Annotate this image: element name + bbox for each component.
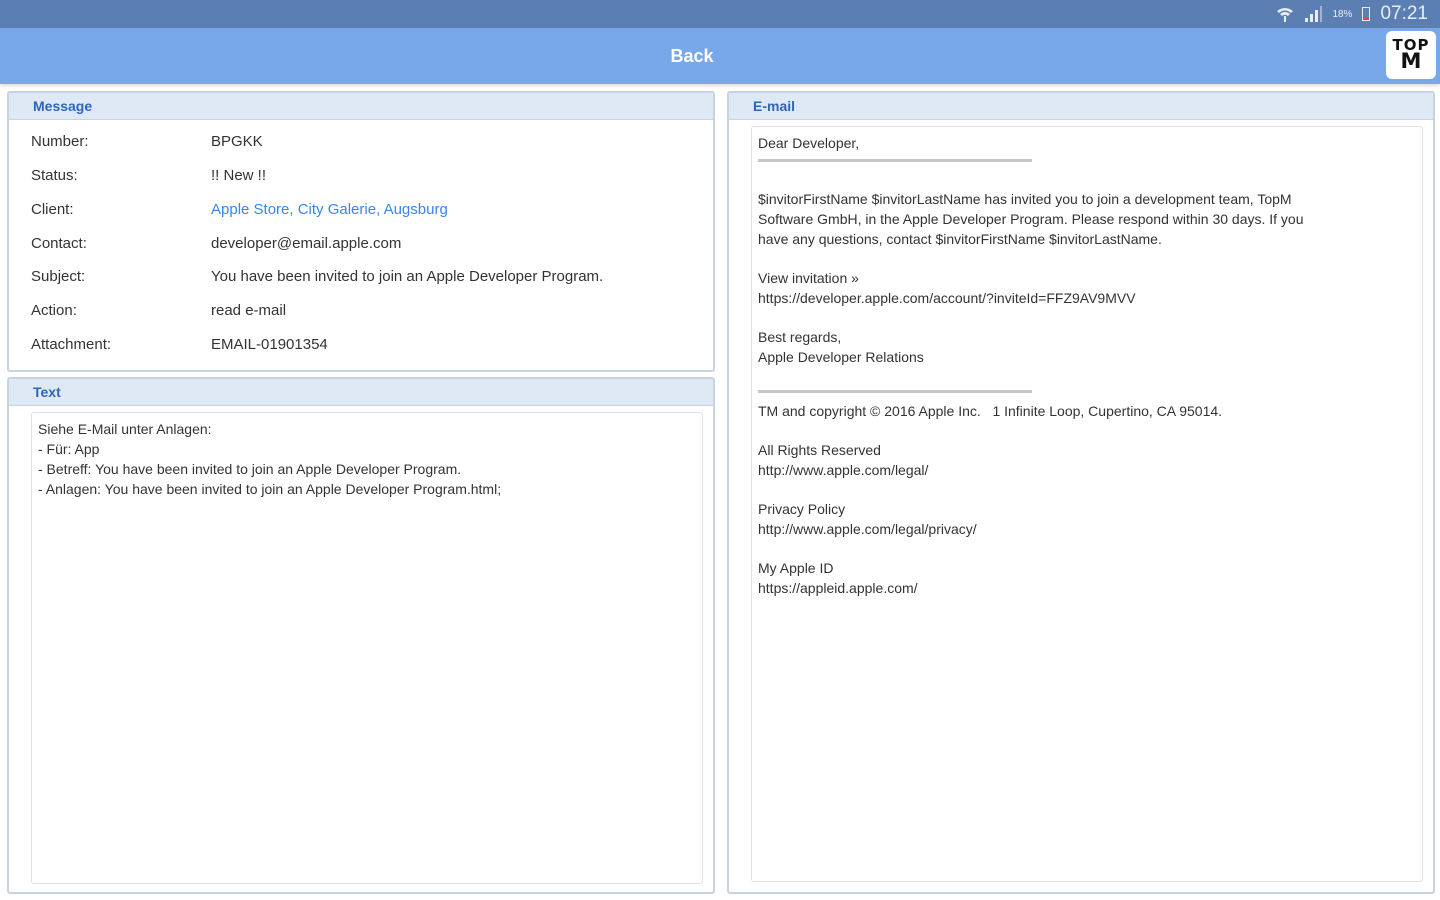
field-label: Client: [31, 200, 74, 218]
field-label: Action: [31, 301, 77, 319]
topm-logo[interactable]: TOP M [1386, 31, 1436, 79]
email-greeting: Dear Developer, [758, 135, 860, 151]
privacy-url[interactable]: http://www.apple.com/legal/privacy/ [758, 519, 1416, 539]
email-signature: Apple Developer Relations [758, 349, 924, 365]
back-button[interactable]: Back [620, 28, 764, 84]
email-panel-title: E-mail [729, 93, 1433, 120]
invitation-url[interactable]: https://developer.apple.com/account/?inv… [758, 288, 1416, 308]
rights-text: All Rights Reserved [758, 442, 881, 458]
field-label: Status: [31, 166, 78, 184]
clock: 07:21 [1380, 3, 1428, 24]
email-body-line: $invitorFirstName $invitorLastName has i… [758, 191, 1292, 207]
text-line: - Betreff: You have been invited to join… [38, 461, 462, 477]
appleid-url[interactable]: https://appleid.apple.com/ [758, 578, 1416, 598]
text-panel-title: Text [9, 379, 713, 406]
wifi-icon [1276, 6, 1294, 22]
signal-icon [1304, 6, 1323, 22]
action-value: read e-mail [211, 301, 287, 319]
text-body[interactable]: Siehe E-Mail unter Anlagen: - Für: App -… [31, 412, 703, 884]
text-line: - Für: App [38, 441, 100, 457]
field-label: Number: [31, 132, 89, 150]
field-contact: Contact: developer@email.apple.com [31, 232, 401, 254]
attachment-value: EMAIL-01901354 [211, 335, 328, 353]
field-attachment: Attachment: EMAIL-01901354 [31, 333, 328, 355]
field-action: Action: read e-mail [31, 299, 286, 321]
email-body[interactable]: Dear Developer, $invitorFirstName $invit… [751, 126, 1423, 882]
text-line: - Anlagen: You have been invited to join… [38, 481, 502, 497]
appleid-text: My Apple ID [758, 560, 834, 576]
status-value: !! New !! [211, 166, 267, 184]
field-status: Status: !! New !! [31, 164, 266, 186]
field-subject: Subject: You have been invited to join a… [31, 265, 603, 287]
battery-percent: 18% [1332, 8, 1353, 20]
battery-icon [1362, 7, 1371, 21]
view-invitation-link[interactable]: View invitation » [758, 268, 1416, 288]
number-value: BPGKK [211, 132, 263, 150]
client-link[interactable]: Apple Store, City Galerie, Augsburg [211, 201, 448, 218]
field-client: Client: Apple Store, City Galerie, Augsb… [31, 198, 448, 220]
field-number: Number: BPGKK [31, 130, 263, 152]
text-line: Siehe E-Mail unter Anlagen: [38, 421, 212, 437]
logo-m-text: M [1400, 49, 1422, 74]
app-bar: Back TOP M [0, 28, 1440, 84]
email-copyright: TM and copyright © 2016 Apple Inc. 1 Inf… [758, 403, 1223, 419]
email-panel: E-mail Dear Developer, $invitorFirstName… [727, 91, 1435, 894]
email-regards: Best regards, [758, 329, 842, 345]
message-panel-title: Message [9, 93, 713, 120]
text-panel: Text Siehe E-Mail unter Anlagen: - Für: … [7, 377, 715, 894]
email-body-line: Software GmbH, in the Apple Developer Pr… [758, 211, 1304, 227]
message-panel: Message Number: BPGKK Status: !! New !! … [7, 91, 715, 372]
subject-value: You have been invited to join an Apple D… [211, 267, 604, 285]
status-bar: 18% 07:21 [0, 0, 1440, 28]
privacy-text: Privacy Policy [758, 501, 846, 517]
field-label: Subject: [31, 267, 86, 285]
field-label: Contact: [31, 234, 87, 252]
contact-value: developer@email.apple.com [211, 234, 402, 252]
rights-url[interactable]: http://www.apple.com/legal/ [758, 460, 1416, 480]
email-body-line: have any questions, contact $invitorFirs… [758, 231, 1162, 247]
field-label: Attachment: [31, 335, 112, 353]
